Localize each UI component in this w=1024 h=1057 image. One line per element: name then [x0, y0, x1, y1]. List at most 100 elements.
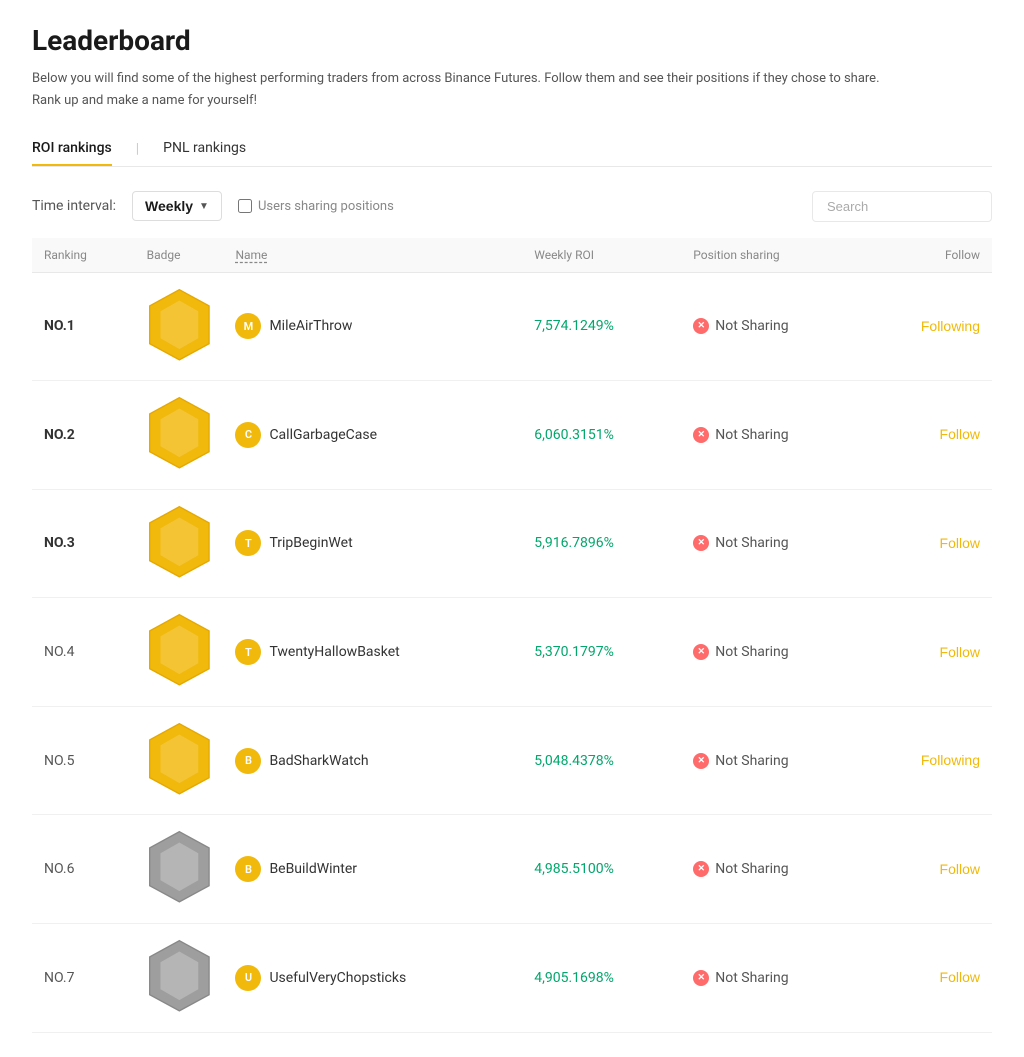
sharing-filter-label[interactable]: Users sharing positions — [238, 199, 394, 214]
roi-value: 7,574.1249% — [534, 318, 614, 334]
position-sharing-cell: ✕ Not Sharing — [681, 923, 864, 1032]
position-sharing-cell: ✕ Not Sharing — [681, 272, 864, 381]
col-ranking: Ranking — [32, 238, 135, 273]
name-cell: U UsefulVeryChopsticks — [223, 923, 522, 1032]
search-input[interactable] — [812, 191, 992, 222]
rank-cell: NO.7 — [32, 923, 135, 1032]
follow-cell: Follow — [864, 489, 992, 598]
table-header-row: Ranking Badge Name Weekly ROI Position s… — [32, 238, 992, 273]
table-body: NO.1 M MileAirThrow 7,574.1249% ✕ Not Sh… — [32, 272, 992, 1032]
time-interval-dropdown[interactable]: Weekly ▼ — [132, 191, 222, 221]
time-interval-label: Time interval: — [32, 198, 116, 214]
roi-cell: 5,048.4378% — [522, 706, 681, 815]
trader-name: MileAirThrow — [269, 318, 352, 334]
rank-value: NO.4 — [44, 644, 74, 660]
follow-cell: Follow — [864, 923, 992, 1032]
follow-button[interactable]: Follow — [876, 644, 980, 660]
trader-name: TwentyHallowBasket — [269, 644, 399, 660]
badge-icon — [147, 350, 212, 366]
badge-icon — [147, 1002, 212, 1018]
not-sharing-icon: ✕ — [693, 644, 709, 660]
rank-cell: NO.4 — [32, 598, 135, 707]
table-row: NO.3 T TripBeginWet 5,916.7896% ✕ Not Sh… — [32, 489, 992, 598]
badge-icon — [147, 784, 212, 800]
user-avatar: U — [235, 965, 261, 991]
position-sharing-text: Not Sharing — [715, 861, 788, 877]
position-sharing-cell: ✕ Not Sharing — [681, 489, 864, 598]
checkbox-text: Users sharing positions — [258, 199, 394, 214]
name-cell: B BeBuildWinter — [223, 815, 522, 924]
badge-cell — [135, 706, 224, 815]
position-sharing-text: Not Sharing — [715, 644, 788, 660]
roi-value: 6,060.3151% — [534, 427, 614, 443]
trader-name: CallGarbageCase — [269, 427, 377, 443]
badge-icon — [147, 459, 212, 475]
name-cell: M MileAirThrow — [223, 272, 522, 381]
trader-name: BadSharkWatch — [269, 753, 368, 769]
badge-cell — [135, 272, 224, 381]
badge-icon — [147, 893, 212, 909]
tab-pnl[interactable]: PNL rankings — [163, 132, 246, 166]
roi-value: 4,985.5100% — [534, 861, 614, 877]
position-sharing-text: Not Sharing — [715, 970, 788, 986]
roi-value: 5,370.1797% — [534, 644, 614, 660]
table-row: NO.4 T TwentyHallowBasket 5,370.1797% ✕ … — [32, 598, 992, 707]
follow-button[interactable]: Follow — [876, 861, 980, 877]
position-sharing-cell: ✕ Not Sharing — [681, 706, 864, 815]
table-row: NO.6 B BeBuildWinter 4,985.5100% ✕ Not S… — [32, 815, 992, 924]
user-avatar: T — [235, 639, 261, 665]
name-cell: C CallGarbageCase — [223, 381, 522, 490]
following-button[interactable]: Following — [876, 752, 980, 768]
follow-button[interactable]: Follow — [876, 426, 980, 442]
position-sharing-cell: ✕ Not Sharing — [681, 598, 864, 707]
not-sharing-icon: ✕ — [693, 753, 709, 769]
follow-button[interactable]: Follow — [876, 535, 980, 551]
sharing-filter-checkbox[interactable] — [238, 199, 252, 213]
follow-cell: Following — [864, 706, 992, 815]
user-avatar: C — [235, 422, 261, 448]
table-row: NO.1 M MileAirThrow 7,574.1249% ✕ Not Sh… — [32, 272, 992, 381]
rank-cell: NO.5 — [32, 706, 135, 815]
col-name: Name — [223, 238, 522, 273]
col-follow: Follow — [864, 238, 992, 273]
roi-cell: 5,370.1797% — [522, 598, 681, 707]
trader-name: TripBeginWet — [269, 535, 352, 551]
rank-value: NO.6 — [44, 861, 74, 877]
not-sharing-icon: ✕ — [693, 427, 709, 443]
following-button[interactable]: Following — [876, 318, 980, 334]
rank-value: NO.1 — [44, 318, 75, 334]
name-cell: T TripBeginWet — [223, 489, 522, 598]
user-avatar: M — [235, 313, 261, 339]
rank-value: NO.5 — [44, 753, 74, 769]
col-badge: Badge — [135, 238, 224, 273]
col-position-sharing: Position sharing — [681, 238, 864, 273]
subtitle1: Below you will find some of the highest … — [32, 69, 992, 89]
tabs-container: ROI rankings | PNL rankings — [32, 132, 992, 167]
table-row: NO.7 U UsefulVeryChopsticks 4,905.1698% … — [32, 923, 992, 1032]
subtitle2: Rank up and make a name for yourself! — [32, 93, 992, 108]
badge-cell — [135, 923, 224, 1032]
position-sharing-text: Not Sharing — [715, 535, 788, 551]
position-sharing-cell: ✕ Not Sharing — [681, 381, 864, 490]
rank-cell: NO.3 — [32, 489, 135, 598]
position-sharing-text: Not Sharing — [715, 753, 788, 769]
follow-cell: Follow — [864, 381, 992, 490]
tab-roi[interactable]: ROI rankings — [32, 132, 112, 166]
roi-value: 5,048.4378% — [534, 753, 614, 769]
user-avatar: B — [235, 856, 261, 882]
trader-name: BeBuildWinter — [269, 861, 357, 877]
not-sharing-icon: ✕ — [693, 861, 709, 877]
roi-cell: 5,916.7896% — [522, 489, 681, 598]
chevron-down-icon: ▼ — [199, 201, 209, 212]
col-weekly-roi: Weekly ROI — [522, 238, 681, 273]
name-cell: B BadSharkWatch — [223, 706, 522, 815]
rank-value: NO.7 — [44, 970, 74, 986]
rank-cell: NO.2 — [32, 381, 135, 490]
badge-cell — [135, 598, 224, 707]
follow-cell: Follow — [864, 815, 992, 924]
follow-button[interactable]: Follow — [876, 969, 980, 985]
rank-value: NO.3 — [44, 535, 75, 551]
position-sharing-text: Not Sharing — [715, 318, 788, 334]
user-avatar: B — [235, 748, 261, 774]
rank-value: NO.2 — [44, 427, 75, 443]
